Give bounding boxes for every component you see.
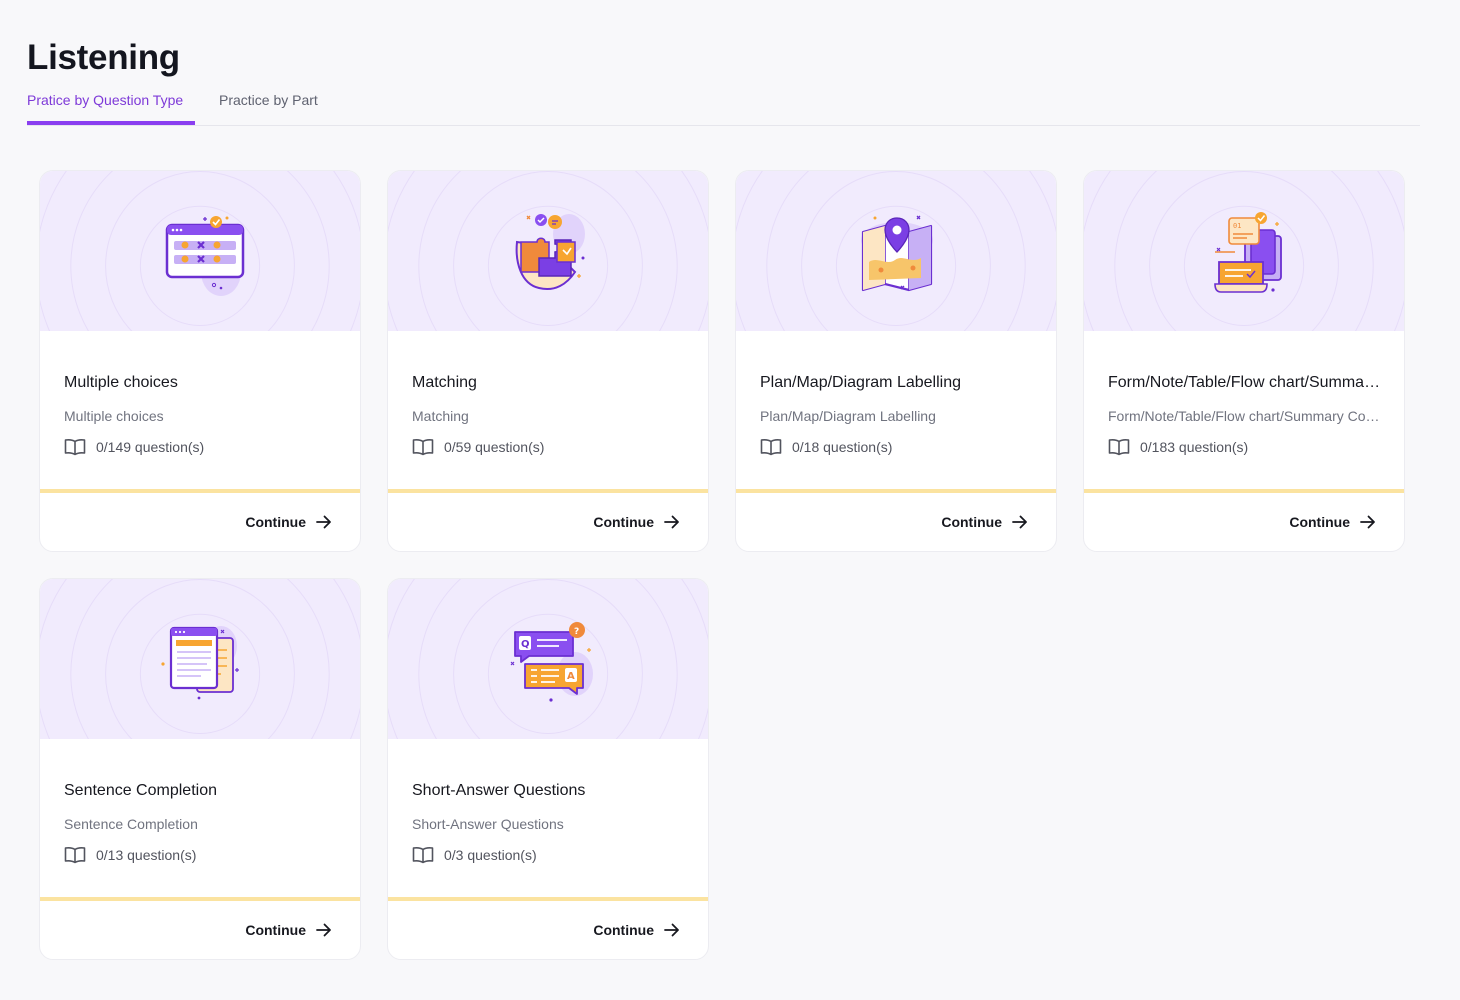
page-title: Listening [27,38,180,77]
card-subtitle: Plan/Map/Diagram Labelling [760,408,936,424]
question-type-card-short-answer[interactable]: Q ? A Short-Answer Questions Short-Answe… [387,578,709,960]
progress-bar [40,897,360,901]
continue-button[interactable]: Continue [941,514,1028,530]
book-icon [64,846,86,864]
card-hero [388,171,708,331]
continue-label: Continue [593,922,654,938]
qa-illustration: Q ? A [510,622,593,702]
card-title: Plan/Map/Diagram Labelling [760,374,961,391]
continue-label: Continue [941,514,1002,530]
card-subtitle: Matching [412,408,469,424]
card-subtitle: Form/Note/Table/Flow chart/Summary Compl… [1108,408,1384,424]
question-count: 0/59 question(s) [412,436,544,458]
continue-label: Continue [245,922,306,938]
book-icon [760,438,782,456]
question-type-card-form-note-table[interactable]: 01 Form/Note/Table/Flow chart/Summary Co… [1083,170,1405,552]
progress-bar [1084,489,1404,493]
card-title: Multiple choices [64,374,178,391]
continue-button[interactable]: Continue [593,922,680,938]
card-subtitle: Sentence Completion [64,816,198,832]
continue-button[interactable]: Continue [245,514,332,530]
question-count: 0/183 question(s) [1108,436,1248,458]
card-hero: Q ? A [388,579,708,739]
card-title: Short-Answer Questions [412,782,586,799]
tab-practice-by-part[interactable]: Practice by Part [219,92,318,108]
question-count-label: 0/18 question(s) [792,439,893,455]
continue-label: Continue [245,514,306,530]
continue-button[interactable]: Continue [1289,514,1376,530]
book-icon [1108,438,1130,456]
card-subtitle: Short-Answer Questions [412,816,564,832]
card-hero: 01 [1084,171,1404,331]
question-count: 0/149 question(s) [64,436,204,458]
arrow-right-icon [1012,515,1028,529]
card-hero [40,579,360,739]
form-illustration: 01 [1214,212,1282,293]
progress-bar [388,897,708,901]
question-type-card-sentence-completion[interactable]: Sentence Completion Sentence Completion … [39,578,361,960]
card-title: Form/Note/Table/Flow chart/Summary Compl… [1108,374,1384,391]
continue-label: Continue [593,514,654,530]
tab-practice-by-question-type[interactable]: Pratice by Question Type [27,92,195,125]
card-title: Sentence Completion [64,782,217,799]
card-hero [40,171,360,331]
progress-bar [736,489,1056,493]
continue-button[interactable]: Continue [593,514,680,530]
progress-bar [40,489,360,493]
question-count-label: 0/59 question(s) [444,439,545,455]
continue-button[interactable]: Continue [245,922,332,938]
document-illustration [161,626,239,700]
arrow-right-icon [664,923,680,937]
continue-label: Continue [1289,514,1350,530]
question-count-label: 0/149 question(s) [96,439,205,455]
card-hero [736,171,1056,331]
progress-bar [388,489,708,493]
arrow-right-icon [316,923,332,937]
question-count: 0/13 question(s) [64,844,196,866]
card-subtitle: Multiple choices [64,408,164,424]
multiple-choice-illustration [165,216,245,296]
puzzle-illustration [515,214,585,290]
question-type-card-plan-map-diagram[interactable]: Plan/Map/Diagram Labelling Plan/Map/Diag… [735,170,1057,552]
book-icon [64,438,86,456]
question-count: 0/18 question(s) [760,436,892,458]
book-icon [412,438,434,456]
question-type-card-multiple-choices[interactable]: Multiple choices Multiple choices 0/149 … [39,170,361,552]
svg-text:?: ? [574,627,579,637]
map-illustration [861,215,933,292]
question-count-label: 0/13 question(s) [96,847,197,863]
book-icon [412,846,434,864]
question-count: 0/3 question(s) [412,844,537,866]
question-count-label: 0/3 question(s) [444,847,537,863]
tab-bar: Pratice by Question Type Practice by Par… [27,90,1420,126]
arrow-right-icon [1360,515,1376,529]
question-count-label: 0/183 question(s) [1140,439,1249,455]
arrow-right-icon [316,515,332,529]
svg-text:01: 01 [1233,222,1241,230]
svg-text:Q: Q [521,639,530,650]
card-title: Matching [412,374,477,391]
svg-text:A: A [567,671,575,682]
question-type-card-matching[interactable]: Matching Matching 0/59 question(s) Conti… [387,170,709,552]
arrow-right-icon [664,515,680,529]
